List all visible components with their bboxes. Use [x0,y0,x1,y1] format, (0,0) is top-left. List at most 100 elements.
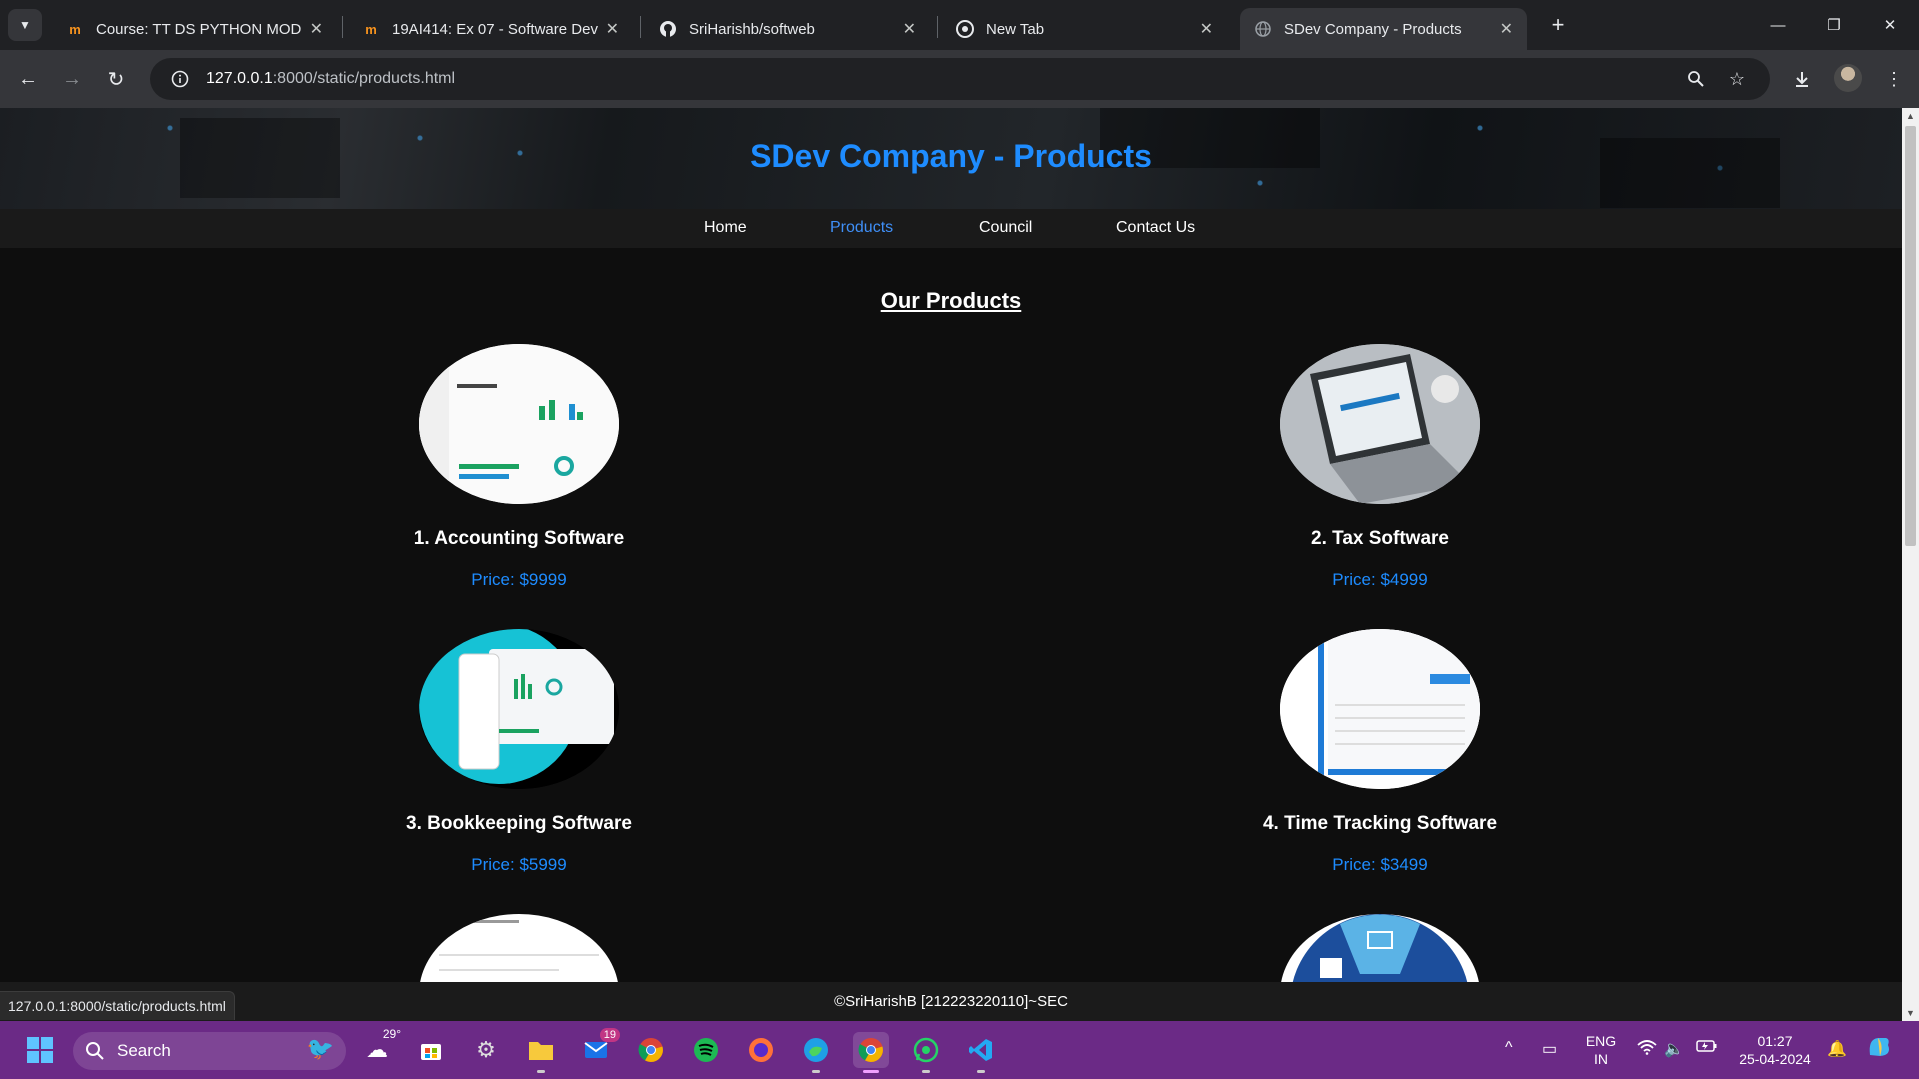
arrow-left-icon: ← [18,67,38,90]
taskbar-edge[interactable] [798,1032,834,1073]
tab-separator [342,16,343,38]
language-indicator[interactable]: ENG IN [1584,1032,1618,1068]
close-icon[interactable]: ✕ [606,19,619,39]
whatsapp-icon [913,1037,939,1063]
notification-bell-icon[interactable]: 🔔 [1827,1039,1847,1059]
product-price: Price: $4999 [1332,570,1428,589]
weather-temperature: 29° [382,1027,401,1041]
close-icon[interactable]: ✕ [1200,19,1213,39]
page-scrollbar[interactable]: ▲ ▼ [1902,108,1919,1021]
copilot-icon[interactable] [1866,1035,1892,1065]
nav-council-link[interactable]: Council [979,219,1032,237]
running-indicator [863,1070,879,1073]
vscode-icon [969,1039,992,1061]
clock-time: 01:27 [1757,1033,1793,1049]
product-price: Price: $9999 [471,570,567,589]
laptop-tax-image [1280,344,1480,504]
restore-button[interactable]: ❐ [1806,0,1862,50]
url-text[interactable]: 127.0.0.1:8000/static/products.html [206,70,455,88]
tab-new-tab[interactable]: New Tab ✕ [942,8,1227,50]
download-icon[interactable] [1786,63,1818,95]
running-indicator [922,1070,930,1073]
taskbar-firefox[interactable] [743,1032,779,1068]
moodle-icon: m [69,21,81,37]
section-title: Our Products [880,288,1022,313]
restore-icon: ❐ [1827,17,1841,34]
moodle-icon: m [365,21,377,37]
product-price: Price: $3499 [1332,855,1428,874]
scroll-down-icon[interactable]: ▼ [1902,1005,1919,1021]
site-footer: ©SriHarishB [212223220110]~SEC [0,982,1902,1021]
address-bar[interactable]: 127.0.0.1:8000/static/products.html ☆ [150,58,1770,100]
browser-toolbar: ← → ↻ 127.0.0.1:8000/static/products.htm… [0,50,1919,108]
reload-button[interactable]: ↻ [100,63,132,95]
search-highlight-icon: 🐦 [306,1036,334,1061]
product-card: 3. Bookkeeping Software Price: $5999 [369,629,669,875]
gear-icon: ⚙ [476,1037,496,1062]
site-title: SDev Company - Products [750,138,1152,174]
nav-contact-link[interactable]: Contact Us [1116,219,1195,237]
battery-icon[interactable] [1696,1039,1718,1058]
folder-icon [529,1042,553,1060]
tab-sdev-products[interactable]: SDev Company - Products ✕ [1240,8,1527,50]
edge-icon [804,1038,828,1062]
nav-home-link[interactable]: Home [704,219,747,237]
taskbar-chrome-active[interactable] [853,1032,889,1073]
taskbar-chrome[interactable] [633,1032,669,1068]
mail-badge: 19 [599,1028,620,1042]
zoom-icon[interactable] [1684,67,1708,91]
tab-search-button[interactable]: ▼ [8,9,42,41]
wifi-icon[interactable] [1637,1039,1657,1060]
close-icon[interactable]: ✕ [310,19,323,39]
forward-button[interactable]: → [56,63,88,95]
windows-start-button[interactable] [22,1032,58,1068]
time-tracking-image [1280,629,1480,789]
more-menu-icon[interactable]: ⋮ [1878,63,1910,95]
scroll-up-icon[interactable]: ▲ [1902,108,1919,124]
close-icon[interactable]: ✕ [903,19,916,39]
weather-widget[interactable]: ☁ 29° [359,1027,401,1068]
globe-icon [1254,20,1272,38]
tab-separator [640,16,641,38]
taskbar-search[interactable]: Search 🐦 [73,1032,346,1070]
tab-title: New Tab [986,20,1045,38]
clock[interactable]: 01:27 25-04-2024 [1732,1032,1818,1068]
chrome-icon [638,1038,663,1062]
bookmark-star-icon[interactable]: ☆ [1725,67,1749,91]
close-icon[interactable]: ✕ [1500,19,1513,39]
running-indicator [537,1070,545,1073]
back-button[interactable]: ← [12,63,44,95]
taskbar-mail[interactable]: 19 [578,1028,620,1068]
close-window-button[interactable]: ✕ [1862,0,1918,50]
scrollbar-thumb[interactable] [1905,126,1916,546]
tab-ex07[interactable]: m 19AI414: Ex 07 - Software Deve ✕ [348,8,633,50]
chrome-icon [956,20,974,38]
nav-products-link[interactable]: Products [830,219,893,237]
touch-keyboard-icon[interactable]: ▭ [1542,1039,1557,1059]
site-nav: Home Products Council Contact Us [0,209,1902,248]
taskbar-settings[interactable]: ⚙ [468,1032,504,1068]
tab-github[interactable]: SriHarishb/softweb ✕ [645,8,930,50]
taskbar-file-explorer[interactable] [523,1032,559,1073]
taskbar-vscode[interactable] [963,1032,999,1073]
profile-avatar[interactable] [1834,64,1862,92]
chrome-icon [858,1038,883,1062]
arrow-right-icon: → [62,67,82,90]
show-hidden-icons[interactable]: ^ [1505,1039,1513,1057]
taskbar-app-store[interactable] [413,1032,449,1068]
new-tab-button[interactable]: + [1543,10,1573,40]
taskbar-whatsapp[interactable] [908,1032,944,1073]
accounting-dashboard-image [419,344,619,504]
site-header: SDev Company - Products [0,108,1902,209]
search-icon [86,1042,104,1060]
volume-icon[interactable]: 🔈 [1664,1039,1684,1059]
windows-taskbar: Search 🐦 ☁ 29° ⚙ 19 ^ ▭ ENG IN 🔈 01:27 2… [0,1021,1919,1079]
running-indicator [812,1070,820,1073]
tab-title: SDev Company - Products [1284,20,1462,38]
minimize-button[interactable]: — [1750,0,1806,50]
tab-title: 19AI414: Ex 07 - Software Deve [392,20,598,38]
tab-course[interactable]: m Course: TT DS PYTHON MODU ✕ [52,8,337,50]
site-info-icon[interactable] [160,70,200,88]
taskbar-spotify[interactable] [688,1032,724,1068]
product-name: 1. Accounting Software [413,528,625,549]
